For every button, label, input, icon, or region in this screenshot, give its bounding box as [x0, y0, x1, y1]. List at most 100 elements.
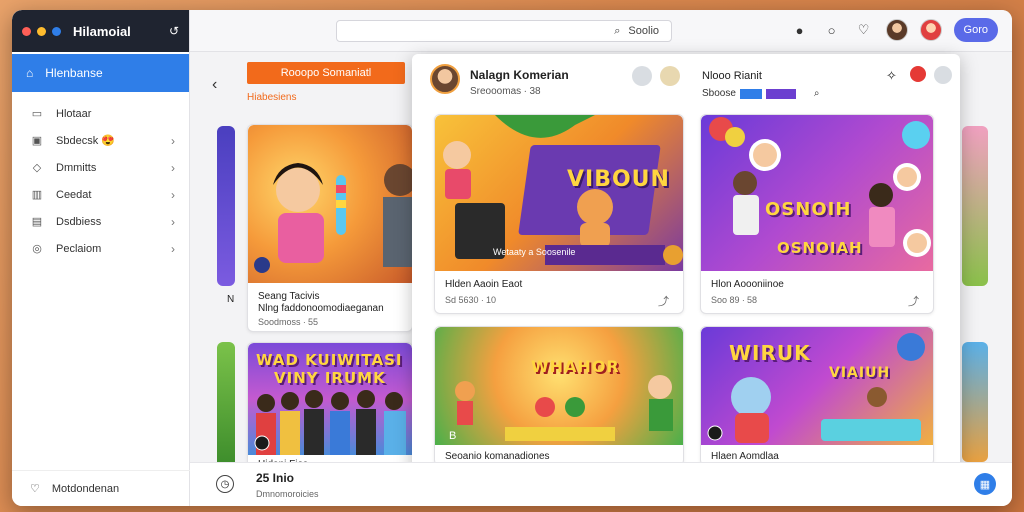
- featured-button[interactable]: Rooopo Somaniatl: [247, 62, 405, 84]
- video-thumbnail: VIBOUN Wetaaty a Soosenile: [435, 115, 683, 271]
- video-card[interactable]: WAD KUIWITASI VINY IRUMK Hidani Fios: [247, 342, 413, 472]
- video-thumbnail: WAD KUIWITASI VINY IRUMK: [248, 343, 412, 455]
- secondary-name: Nlooo Rianit: [702, 70, 762, 82]
- chevron-right-icon[interactable]: ›: [171, 134, 175, 148]
- bottom-title: 25 Inio: [256, 471, 295, 485]
- location-icon: ♡: [30, 483, 40, 495]
- sidebar-list: ▭ Hlotaar ▣ Sbdecsk 😍 › ◇ Dmmitts › ▥ Ce…: [12, 100, 189, 262]
- card-title: Hlaen Aomdlaa: [711, 451, 779, 462]
- topbar-actions: ● ○ ♡ Goro: [790, 18, 998, 42]
- info-icon[interactable]: ○: [822, 20, 842, 40]
- sidebar-item-5[interactable]: ▤ Dsdbiess ›: [12, 208, 189, 235]
- thumbnail-subtitle: VIAIUH: [829, 365, 891, 381]
- sidebar-item-label: Dmmitts: [56, 161, 97, 174]
- chevron-right-icon[interactable]: ›: [171, 188, 175, 202]
- mini-avatar[interactable]: [934, 66, 952, 84]
- video-card[interactable]: WIRUK VIAIUH Hlaen Aomdlaa: [700, 326, 934, 466]
- bottom-subtitle: Dmnomoroicies: [256, 489, 319, 499]
- maximize-window-button[interactable]: [52, 26, 61, 36]
- thumbnail-title: WIRUK: [729, 341, 811, 365]
- emoji-icon: 😍: [101, 135, 115, 147]
- carousel-edge-thumb[interactable]: [217, 342, 235, 472]
- channel-name: Nalagn Komerian: [470, 68, 569, 82]
- panel-header: Nalagn Komerian Sreooomas ∙ 38 Nlooo Ria…: [412, 54, 960, 112]
- sidebar-item-1[interactable]: ▭ Hlotaar: [12, 100, 189, 127]
- sidebar-item-label: Peclaiom: [56, 242, 102, 255]
- thumbnail-title-line1: WAD KUIWITASI: [256, 351, 403, 369]
- chevron-right-icon[interactable]: ›: [171, 242, 175, 256]
- search-input[interactable]: ⌕ Soolio: [336, 20, 672, 42]
- mini-avatar[interactable]: [660, 66, 680, 86]
- pin-icon[interactable]: ●: [790, 20, 810, 40]
- open-button[interactable]: Goro: [953, 18, 998, 42]
- card-subtitle: Nlng faddonoomodiaeganan: [258, 303, 384, 314]
- close-window-button[interactable]: [22, 26, 31, 36]
- sidebar-item-label: Dsdbiess: [56, 215, 102, 228]
- sidebar-item-2[interactable]: ▣ Sbdecsk 😍 ›: [12, 127, 189, 154]
- sidebar-item-label: Hlenbanse: [45, 66, 103, 80]
- search-icon[interactable]: ⌕: [814, 88, 820, 99]
- video-card[interactable]: VIBOUN Wetaaty a Soosenile Hlden Aaoin E…: [434, 114, 684, 314]
- search-icon: ⌕: [614, 24, 621, 37]
- sidebar-item-text: Sbdecsk: [56, 135, 99, 147]
- svg-text:B: B: [449, 430, 456, 442]
- video-card[interactable]: OSNOIH OSNOIAH Hlon Aoooniinoe Soo 89 ∙ …: [700, 114, 934, 314]
- video-thumbnail: B WHAHOR: [435, 327, 683, 445]
- sidebar-item-6[interactable]: ◎ Peclaiom ›: [12, 235, 189, 262]
- thumbnail-subtitle: OSNOIAH: [777, 239, 863, 257]
- bottom-info-bar: ◷ 25 Inio Dmnomoroicies ▦: [190, 462, 1012, 506]
- chart-icon: ▥: [31, 189, 43, 201]
- sidebar: Hilamoial ↺ ⌂ Hlenbanse ▭ Hlotaar ▣ Sbde…: [12, 10, 190, 506]
- avatar-secondary[interactable]: [919, 19, 942, 41]
- video-thumbnail: [248, 125, 412, 283]
- thumbnail-illustration: [254, 163, 412, 273]
- avatar[interactable]: [430, 64, 460, 94]
- channel-popup-panel: Nalagn Komerian Sreooomas ∙ 38 Nlooo Ria…: [412, 54, 960, 506]
- section-label: Hiabesiens: [247, 92, 297, 103]
- sidebar-item-label: Sbdecsk 😍: [56, 134, 159, 147]
- thumbnail-title: WHAHOR: [531, 357, 620, 376]
- heart-icon[interactable]: ♡: [854, 20, 874, 40]
- share-icon[interactable]: ⤴: [908, 293, 919, 309]
- top-bar: ⌕ Soolio ● ○ ♡ Goro: [190, 10, 1012, 52]
- progress-bar: [765, 88, 796, 99]
- card-title: Hlden Aaoin Eaot: [445, 279, 523, 290]
- grid-icon[interactable]: ▦: [974, 473, 996, 495]
- video-card[interactable]: Seang Tacivis Nlng faddonoomodiaeganan S…: [247, 124, 413, 332]
- mini-avatar[interactable]: [632, 66, 652, 86]
- card-title: Seang Tacivis: [258, 291, 320, 302]
- card-meta: Sd 5630 ∙ 10: [445, 295, 497, 305]
- sidebar-item-home[interactable]: ⌂ Hlenbanse: [12, 54, 189, 92]
- sidebar-footer[interactable]: ♡ Motdondenan: [12, 470, 190, 506]
- video-card[interactable]: B WHAHOR Seoanio komanadiones: [434, 326, 684, 466]
- clock-icon[interactable]: ◷: [216, 475, 234, 493]
- back-arrow-icon[interactable]: ‹: [212, 76, 217, 94]
- card-title: Hlon Aoooniinoe: [711, 279, 784, 290]
- app-title: Hilamoial: [73, 23, 131, 39]
- chevron-right-icon[interactable]: ›: [171, 215, 175, 229]
- thumbnail-illustration: B: [449, 375, 673, 442]
- collapse-icon[interactable]: ↺: [169, 24, 179, 38]
- carousel-edge-thumb[interactable]: [217, 126, 235, 286]
- sidebar-item-4[interactable]: ▥ Ceedat ›: [12, 181, 189, 208]
- secondary-subtitle: Sboose ⌕: [702, 88, 820, 99]
- sidebar-item-3[interactable]: ◇ Dmmitts ›: [12, 154, 189, 181]
- carousel-edge-thumb[interactable]: [962, 342, 988, 462]
- minimize-window-button[interactable]: [37, 26, 46, 36]
- video-thumbnail: WIRUK VIAIUH: [701, 327, 933, 445]
- search-label: Soolio: [628, 25, 659, 37]
- window-titlebar: Hilamoial ↺: [12, 10, 189, 52]
- card-meta: Soodmoss ∙ 55: [258, 317, 319, 327]
- progress-bar: [739, 88, 762, 99]
- secondary-subtitle-text: Sboose: [702, 88, 736, 99]
- balloon-icon: [910, 66, 926, 82]
- channel-subtitle: Sreooomas ∙ 38: [470, 86, 541, 97]
- sparkle-icon[interactable]: ✧: [886, 68, 897, 84]
- card-meta: Soo 89 ∙ 58: [711, 295, 758, 305]
- share-icon[interactable]: ⤴: [658, 293, 669, 309]
- chevron-right-icon[interactable]: ›: [171, 161, 175, 175]
- sidebar-item-label: Hlotaar: [56, 107, 92, 120]
- card-title: Seoanio komanadiones: [445, 451, 550, 462]
- avatar[interactable]: [885, 19, 908, 41]
- carousel-edge-thumb[interactable]: [962, 126, 988, 286]
